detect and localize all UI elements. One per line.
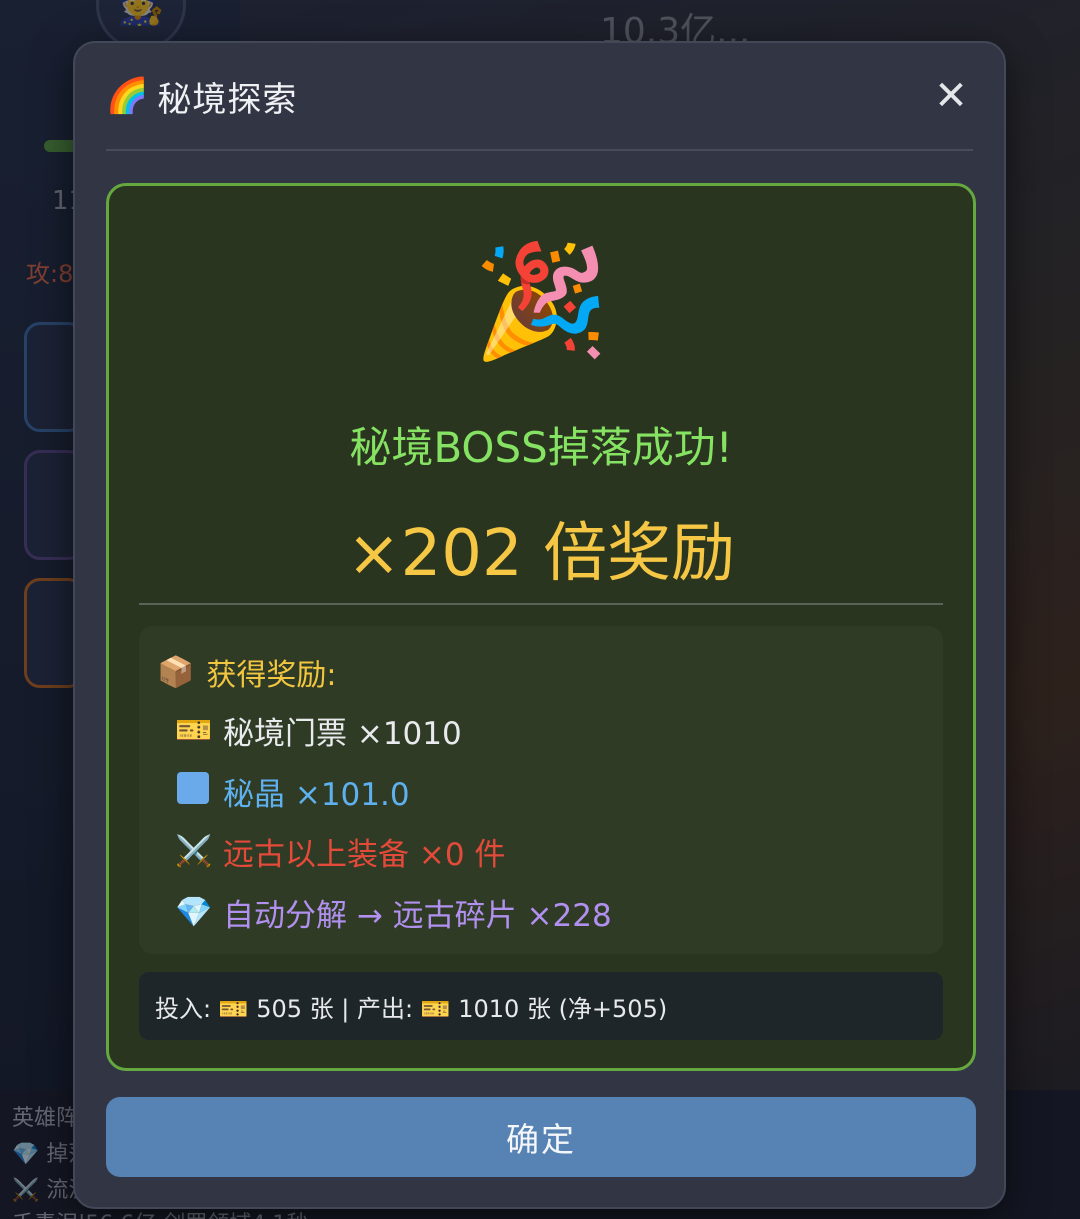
rewards-header-text: 获得奖励: <box>206 658 337 693</box>
ticket-icon: 🎫 <box>175 713 213 748</box>
reward-text: 秘晶 ×101.0 <box>223 777 410 813</box>
reward-multiplier: ×202 倍奖励 <box>346 517 736 591</box>
dialog-title-text: 秘境探索 <box>157 79 298 120</box>
reward-item-equipment: ⚔️ 远古以上装备 ×0 件 <box>175 829 505 874</box>
crossed-swords-icon: ⚔️ <box>175 834 213 869</box>
rewards-list: 📦 获得奖励: 🎫 秘境门票 ×1010 秘晶 ×101.0 ⚔️ 远古以上装备… <box>139 626 943 954</box>
success-message: 秘境BOSS掉落成功! <box>349 423 733 472</box>
reward-text: 远古以上装备 ×0 件 <box>223 837 506 873</box>
reward-text: 自动分解 → 远古碎片 ×228 <box>223 898 612 934</box>
reward-item-ticket: 🎫 秘境门票 ×1010 <box>175 708 462 753</box>
input-output-summary: 投入: 🎫 505 张 | 产出: 🎫 1010 张 (净+505) <box>139 972 943 1040</box>
confirm-button[interactable]: 确定 <box>106 1097 976 1177</box>
close-button[interactable]: ✕ <box>929 73 973 119</box>
diamond-icon: 💎 <box>175 895 213 930</box>
reward-item-crystal: 秘晶 ×101.0 <box>175 769 410 814</box>
divider <box>139 603 943 605</box>
dialog-title: 🌈 秘境探索 <box>106 72 297 121</box>
dialog-header: 🌈 秘境探索 ✕ <box>106 43 973 151</box>
reward-text: 秘境门票 ×1010 <box>223 716 462 752</box>
reward-item-shards: 💎 自动分解 → 远古碎片 ×228 <box>175 890 612 935</box>
party-popper-icon: 🎉 <box>472 237 610 365</box>
close-icon: ✕ <box>934 73 968 119</box>
package-icon: 📦 <box>157 654 195 690</box>
rainbow-icon: 🌈 <box>106 76 150 116</box>
crystal-icon <box>175 771 211 812</box>
boss-drop-result-panel: 🎉 秘境BOSS掉落成功! ×202 倍奖励 📦 获得奖励: 🎫 秘境门票 ×1… <box>106 183 976 1071</box>
rewards-header: 📦 获得奖励: <box>157 650 336 694</box>
secret-realm-dialog: 🌈 秘境探索 ✕ 🎉 秘境BOSS掉落成功! ×202 倍奖励 📦 获得奖励: … <box>73 41 1006 1209</box>
